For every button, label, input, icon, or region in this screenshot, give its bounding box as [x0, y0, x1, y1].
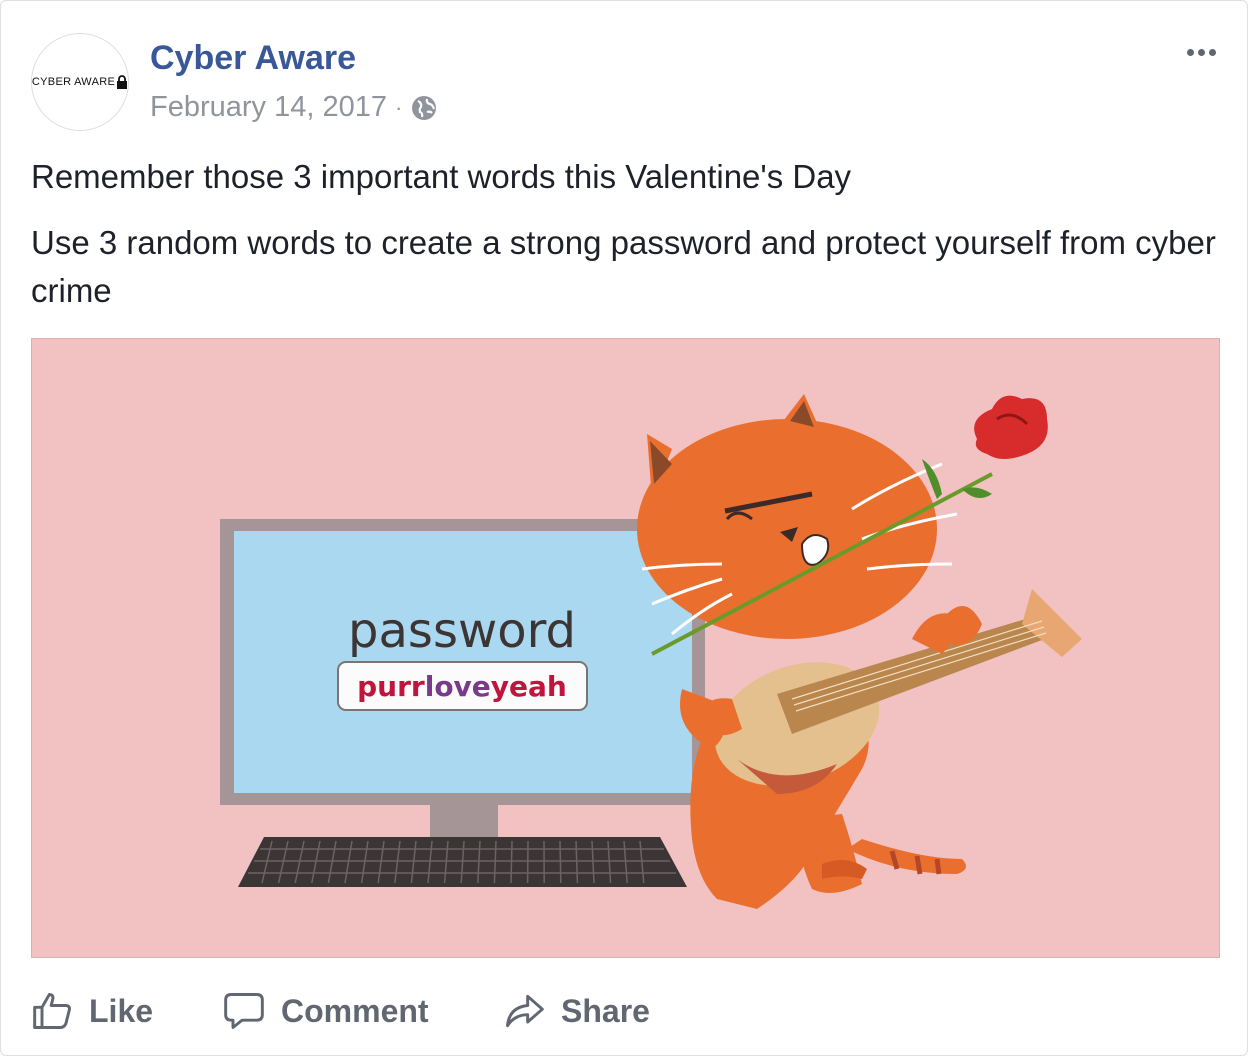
- post-card: CYBER AWARE Cyber Aware February 14, 201…: [0, 0, 1248, 1056]
- post-actions-bar: Like Comment Share: [1, 981, 1249, 1041]
- valentine-cat-illustration: password purrloveyeah: [220, 394, 1082, 909]
- post-text-line-2: Use 3 random words to create a strong pa…: [31, 224, 1216, 309]
- share-arrow-icon: [506, 994, 544, 1028]
- thumbs-up-icon: [33, 993, 71, 1029]
- share-button[interactable]: Share: [501, 981, 650, 1041]
- password-example: purrloveyeah: [357, 670, 567, 703]
- password-part-purr: purr: [357, 670, 425, 703]
- cyber-aware-logo: CYBER AWARE: [32, 75, 128, 89]
- post-text-line-1: Remember those 3 important words this Va…: [31, 158, 852, 195]
- page-name-link[interactable]: Cyber Aware: [150, 39, 356, 78]
- post-date[interactable]: February 14, 2017: [150, 91, 387, 124]
- avatar-logo-text: CYBER AWARE: [31, 76, 116, 88]
- like-button[interactable]: Like: [31, 981, 153, 1041]
- comment-bubble-icon: [224, 993, 264, 1029]
- keyboard: [238, 837, 687, 887]
- share-label: Share: [561, 992, 650, 1029]
- like-label: Like: [89, 992, 154, 1029]
- comment-label: Comment: [281, 992, 429, 1029]
- lock-icon: [117, 75, 128, 89]
- password-part-yeah: yeah: [491, 670, 567, 703]
- password-part-love: love: [425, 670, 491, 703]
- post-meta: February 14, 2017 ·: [150, 91, 438, 124]
- more-options-icon[interactable]: [1181, 39, 1221, 65]
- comment-button[interactable]: Comment: [221, 981, 429, 1041]
- post-image[interactable]: password purrloveyeah: [31, 338, 1220, 958]
- page-avatar[interactable]: CYBER AWARE: [31, 33, 129, 131]
- meta-separator: ·: [394, 94, 403, 120]
- globe-icon[interactable]: [410, 94, 438, 122]
- screen-password-word: password: [348, 603, 576, 659]
